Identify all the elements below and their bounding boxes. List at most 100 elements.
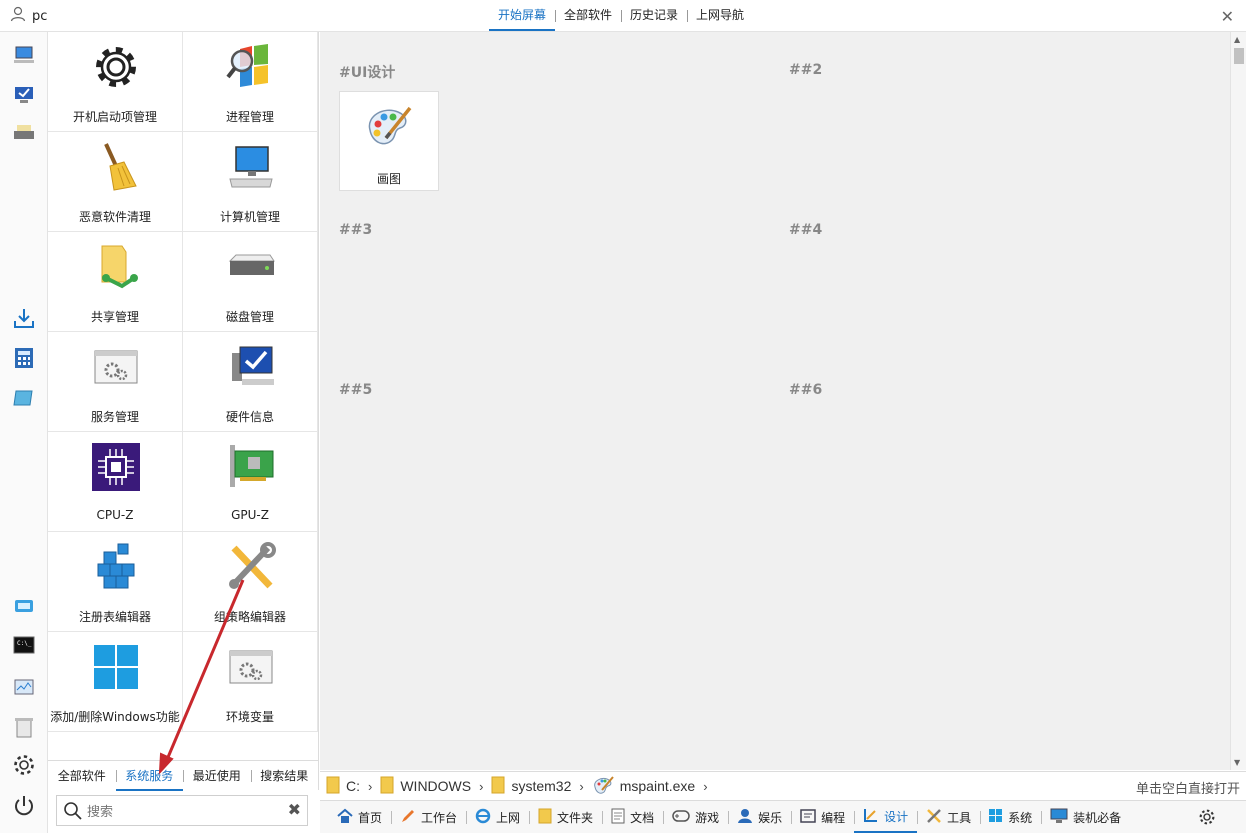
tool-malware-cleaner[interactable]: 恶意软件清理 xyxy=(48,132,183,232)
tab-recently-used[interactable]: 最近使用 xyxy=(183,761,251,791)
tool-startup-manager[interactable]: 开机启动项管理 xyxy=(48,32,183,132)
taskbar-design[interactable]: 设计 xyxy=(854,801,918,833)
taskbar-home[interactable]: 首页 xyxy=(328,801,391,833)
taskbar-essentials[interactable]: 装机必备 xyxy=(1041,801,1130,833)
path-label: WINDOWS xyxy=(400,778,472,794)
category-tabs: 全部软件 系统服务 最近使用 搜索结果 xyxy=(48,760,319,791)
computer-icon xyxy=(225,142,277,192)
taskbar-internet[interactable]: 上网 xyxy=(466,801,529,833)
tool-hardware-info[interactable]: 硬件信息 xyxy=(183,332,318,432)
path-segment-drive[interactable]: C: xyxy=(326,776,360,797)
tab-system-services[interactable]: 系统服务 xyxy=(115,761,183,791)
tool-windows-features[interactable]: 添加/删除Windows功能 xyxy=(48,632,183,732)
tool-service-manager[interactable]: 服务管理 xyxy=(48,332,183,432)
services-window-icon xyxy=(90,342,142,392)
taskbar-programming[interactable]: 编程 xyxy=(791,801,854,833)
tool-cpu-z[interactable]: CPU-Z xyxy=(48,432,183,532)
printer-icon[interactable] xyxy=(12,122,36,144)
document-icon xyxy=(611,808,625,827)
taskbar-games[interactable]: 游戏 xyxy=(663,801,728,833)
vertical-scrollbar[interactable]: ▲ ▼ xyxy=(1230,32,1246,770)
tool-label: 开机启动项管理 xyxy=(72,110,157,124)
group-title[interactable]: ##2 xyxy=(789,62,822,78)
tool-computer-management[interactable]: 计算机管理 xyxy=(183,132,318,232)
path-hint: 单击空白直接打开 xyxy=(1135,781,1240,796)
windows-logo-icon xyxy=(90,642,142,692)
path-segment-system32[interactable]: system32 xyxy=(491,776,571,797)
group-title[interactable]: #UI设计 xyxy=(339,62,395,82)
power-icon[interactable] xyxy=(12,795,36,817)
path-segment-windows[interactable]: WINDOWS xyxy=(380,776,471,797)
group-title[interactable]: ##6 xyxy=(789,382,822,398)
graphics-card-icon xyxy=(225,442,277,492)
folder-icon xyxy=(326,776,340,797)
calculator-icon[interactable] xyxy=(12,347,36,369)
top-tabs: 开始屏幕 全部软件 历史记录 上网导航 xyxy=(489,0,753,31)
group-title[interactable]: ##5 xyxy=(339,382,372,398)
clear-search-icon[interactable]: ✖ xyxy=(288,800,301,819)
settings-gear-icon[interactable] xyxy=(1198,808,1216,829)
tool-label: 添加/删除Windows功能 xyxy=(50,710,180,724)
tab-search-results[interactable]: 搜索结果 xyxy=(250,761,319,791)
windows-magnifier-icon xyxy=(225,42,277,92)
svg-text:C:\_: C:\_ xyxy=(17,640,32,647)
taskbar-workbench[interactable]: 工作台 xyxy=(391,801,466,833)
windows-icon xyxy=(989,808,1003,826)
taskbar-system[interactable]: 系统 xyxy=(980,801,1041,833)
app-tile-paint[interactable]: 画图 xyxy=(339,91,439,191)
close-icon[interactable]: ✕ xyxy=(1221,7,1234,26)
code-icon xyxy=(800,808,816,827)
download-icon[interactable] xyxy=(12,307,36,329)
tab-start-screen[interactable]: 开始屏幕 xyxy=(489,0,556,31)
scroll-up-icon[interactable]: ▲ xyxy=(1234,35,1240,44)
tab-history[interactable]: 历史记录 xyxy=(621,0,687,31)
chevron-right-icon: › xyxy=(703,778,708,794)
settings-gear-icon[interactable] xyxy=(12,754,36,776)
path-segment-file[interactable]: mspaint.exe xyxy=(592,775,695,797)
env-window-icon xyxy=(225,642,277,692)
tool-gpu-z[interactable]: GPU-Z xyxy=(183,432,318,532)
taskbar-tools[interactable]: 工具 xyxy=(917,801,980,833)
user-info[interactable]: pc xyxy=(10,6,47,26)
tab-web-nav[interactable]: 上网导航 xyxy=(687,0,753,31)
taskbar-documents[interactable]: 文档 xyxy=(602,801,663,833)
hardware-check-icon xyxy=(225,342,277,392)
start-screen-area[interactable]: #UI设计 ##2 ##3 ##4 ##5 ##6 画图 xyxy=(320,32,1230,770)
command-prompt-icon[interactable]: C:\_ xyxy=(12,634,36,656)
paint-palette-icon xyxy=(364,104,414,151)
quick-launch-strip: C:\_ xyxy=(0,32,48,833)
disk-drive-icon xyxy=(225,242,277,292)
computer-icon[interactable] xyxy=(12,44,36,66)
notepad-icon[interactable] xyxy=(12,387,36,409)
monitor-check-icon[interactable] xyxy=(12,84,36,106)
registry-cubes-icon xyxy=(90,542,142,592)
user-name: pc xyxy=(32,8,48,24)
search-input[interactable] xyxy=(87,801,277,821)
recycle-bin-icon[interactable] xyxy=(12,716,36,738)
tab-all-software[interactable]: 全部软件 xyxy=(555,0,621,31)
tool-disk-management[interactable]: 磁盘管理 xyxy=(183,232,318,332)
tool-label: 注册表编辑器 xyxy=(78,610,151,624)
tool-environment-variables[interactable]: 环境变量 xyxy=(183,632,318,732)
scroll-thumb[interactable] xyxy=(1234,48,1244,64)
tab-all-software-left[interactable]: 全部软件 xyxy=(48,761,116,791)
title-bar: pc 开始屏幕 全部软件 历史记录 上网导航 ✕ xyxy=(0,0,1246,32)
tool-share-manager[interactable]: 共享管理 xyxy=(48,232,183,332)
performance-monitor-icon[interactable] xyxy=(12,677,36,699)
scroll-down-icon[interactable]: ▼ xyxy=(1234,758,1240,767)
tool-label: 硬件信息 xyxy=(225,410,274,424)
tool-label: GPU-Z xyxy=(231,508,269,522)
folder-icon xyxy=(491,776,505,797)
tool-group-policy-editor[interactable]: 组策略编辑器 xyxy=(183,532,318,632)
taskbar-entertainment[interactable]: 娱乐 xyxy=(728,801,791,833)
tool-registry-editor[interactable]: 注册表编辑器 xyxy=(48,532,183,632)
taskbar-folders[interactable]: 文件夹 xyxy=(529,801,602,833)
control-panel-icon[interactable] xyxy=(12,595,36,617)
folder-icon xyxy=(538,808,552,827)
group-title[interactable]: ##4 xyxy=(789,222,822,238)
group-title[interactable]: ##3 xyxy=(339,222,372,238)
search-box: ✖ xyxy=(56,795,308,826)
app-label: 画图 xyxy=(376,172,401,186)
tools-icon xyxy=(926,808,942,827)
tool-process-manager[interactable]: 进程管理 xyxy=(183,32,318,132)
